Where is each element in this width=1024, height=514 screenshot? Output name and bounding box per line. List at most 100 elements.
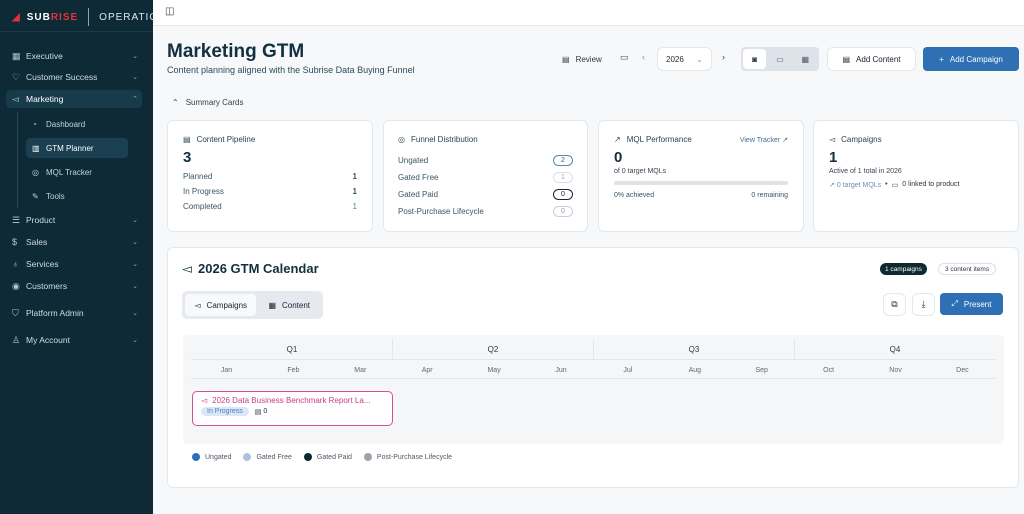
campaigns-value: 1 <box>829 149 838 166</box>
label: Campaigns <box>206 300 248 310</box>
chevron-up-icon: ⌃ <box>132 96 138 103</box>
chevron-down-icon: ⌄ <box>132 310 138 317</box>
calendar-title: ◅ 2026 GTM Calendar <box>182 261 319 277</box>
download-button[interactable]: ⤓ <box>912 293 935 316</box>
sidebar-item-product[interactable]: ☰ Product ⌄ <box>6 211 142 229</box>
label: Sales <box>26 237 48 247</box>
sidebar-sub-gtm-planner[interactable]: ▥ GTM Planner <box>26 138 128 158</box>
prev-year-button[interactable]: ‹ <box>642 52 645 62</box>
content-count-badge: 3 content items <box>938 263 997 275</box>
label: Summary Cards <box>185 98 244 107</box>
next-year-button[interactable]: › <box>722 52 725 62</box>
chevron-down-icon: ⌄ <box>132 217 138 224</box>
label: Gated Paid <box>398 190 439 199</box>
status-badge: In Progress <box>201 407 249 416</box>
heart-icon: ♡ <box>12 71 21 82</box>
funnel-distribution-card: ◎ Funnel Distribution Ungated 2 Gated Free… <box>383 120 588 232</box>
label: In Progress <box>183 187 224 196</box>
page-title: Marketing GTM <box>167 41 305 62</box>
megaphone-icon: ◅ <box>12 93 19 104</box>
plus-icon: + <box>939 54 944 64</box>
sidebar-item-sales[interactable]: $ Sales ⌄ <box>6 233 142 251</box>
label: Ungated <box>398 156 429 165</box>
grid-icon: ▦ <box>12 50 21 61</box>
logo[interactable]: ◢ SUB RISE OPERATIONS <box>12 8 174 26</box>
label: Review <box>575 54 602 64</box>
sidebar-sub-dashboard[interactable]: ◔ Dashboard <box>26 114 128 134</box>
logo-text: SUB <box>26 11 51 23</box>
label: Ungated <box>205 453 232 461</box>
view-calendar-button[interactable]: ▭ <box>768 49 791 69</box>
label: Dashboard <box>46 119 86 129</box>
add-campaign-button[interactable]: + Add Campaign <box>923 47 1019 71</box>
summary-cards-toggle[interactable]: ⌃ Summary Cards <box>172 98 244 107</box>
megaphone-icon: ◅ <box>201 396 208 405</box>
legend-item: Ungated <box>192 453 231 461</box>
tab-campaigns[interactable]: ◅ Campaigns <box>185 294 257 316</box>
label: View Tracker <box>739 136 781 144</box>
tree-line <box>17 112 18 208</box>
sidebar-item-marketing[interactable]: ◅ Marketing ⌃ <box>6 90 142 108</box>
chevron-down-icon: ⌄ <box>132 261 138 268</box>
label: 0 target MQLs <box>836 182 882 189</box>
month-label: Sep <box>755 367 768 374</box>
view-timeline-button[interactable]: ◙ <box>743 49 767 69</box>
month-label: Mar <box>354 367 367 374</box>
year-value: 2026 <box>666 54 684 64</box>
year-select[interactable]: 2026 ⌄ <box>657 47 712 71</box>
sidebar-toggle-icon[interactable]: ◫ <box>165 6 174 17</box>
label: Marketing <box>26 94 64 104</box>
label: My Account <box>26 335 70 345</box>
label: Customers <box>26 281 68 291</box>
tab-content[interactable]: ▦ Content <box>258 294 320 316</box>
card-title: MQL Performance <box>626 135 692 144</box>
label: Executive <box>26 51 63 61</box>
label: Platform Admin <box>26 308 84 318</box>
campaign-bar[interactable]: ◅ 2026 Data Business Benchmark Report La.… <box>192 391 393 426</box>
mql-performance-card: ↗ MQL Performance View Tracker ↗ 0 of 0 ta… <box>598 120 804 232</box>
document-icon: ▤ <box>183 135 191 144</box>
content-pipeline-card: ▤ Content Pipeline 3 Planned 1 In Progress… <box>167 120 373 232</box>
legend-dot <box>243 453 252 461</box>
document-icon: ▤ <box>254 408 262 416</box>
megaphone-icon: ◅ <box>194 300 201 310</box>
sidebar-item-customer-success[interactable]: ♡ Customer Success ⌄ <box>6 68 142 86</box>
mql-progress-bar <box>614 181 788 185</box>
sidebar-item-my-account[interactable]: ♙ My Account ⌄ <box>6 331 142 349</box>
label: Content <box>282 300 311 310</box>
present-button[interactable]: ⤢ Present <box>940 293 1003 315</box>
view-grid-button[interactable]: ▦ <box>794 49 817 69</box>
label: Completed <box>183 202 222 211</box>
month-label: Oct <box>823 367 835 374</box>
logo-text-accent: RISE <box>50 11 79 23</box>
layers-icon: ☰ <box>12 214 21 225</box>
sidebar-item-customers[interactable]: ◉ Customers ⌄ <box>6 277 142 295</box>
sidebar-item-services[interactable]: ♁ Services ⌄ <box>6 255 142 273</box>
review-button[interactable]: ▤ Review <box>562 50 602 68</box>
sidebar-item-platform-admin[interactable]: ⛉ Platform Admin ⌄ <box>6 304 142 322</box>
quarter-label: Q1 <box>286 345 298 354</box>
legend-item: Post-Purchase Lifecycle <box>363 453 452 461</box>
quarter-label: Q2 <box>487 345 499 354</box>
pipeline-row: In Progress 1 <box>183 184 357 199</box>
calendar-icon[interactable]: ▭ <box>620 52 629 63</box>
dollar-icon: $ <box>12 237 18 247</box>
sidebar-sub-tools[interactable]: ✎ Tools <box>26 186 128 206</box>
sidebar-item-executive[interactable]: ▦ Executive ⌄ <box>6 47 142 65</box>
view-tracker-link[interactable]: View Tracker ↗ <box>740 136 788 144</box>
page-subtitle: Content planning aligned with the Subris… <box>167 65 415 75</box>
card-title: Campaigns <box>841 135 882 144</box>
campaigns-sub: Active of 1 total in 2026 <box>829 168 902 175</box>
mql-target: of 0 target MQLs <box>614 168 667 175</box>
copy-button[interactable]: ⧉ <box>883 293 906 316</box>
chevron-down-icon: ⌄ <box>696 54 703 64</box>
sidebar-sub-mql-tracker[interactable]: ◎ MQL Tracker <box>26 162 128 182</box>
card-title: Funnel Distribution <box>410 135 478 144</box>
label: Tools <box>46 191 65 201</box>
count-badge: 0 <box>553 189 573 200</box>
funnel-row: Ungated 2 <box>398 152 573 169</box>
label: Services <box>26 259 59 269</box>
add-content-button[interactable]: ▤ Add Content <box>827 47 916 71</box>
value: 1 <box>352 202 357 211</box>
view-switcher: ◙ ▭ ▦ <box>741 47 819 71</box>
